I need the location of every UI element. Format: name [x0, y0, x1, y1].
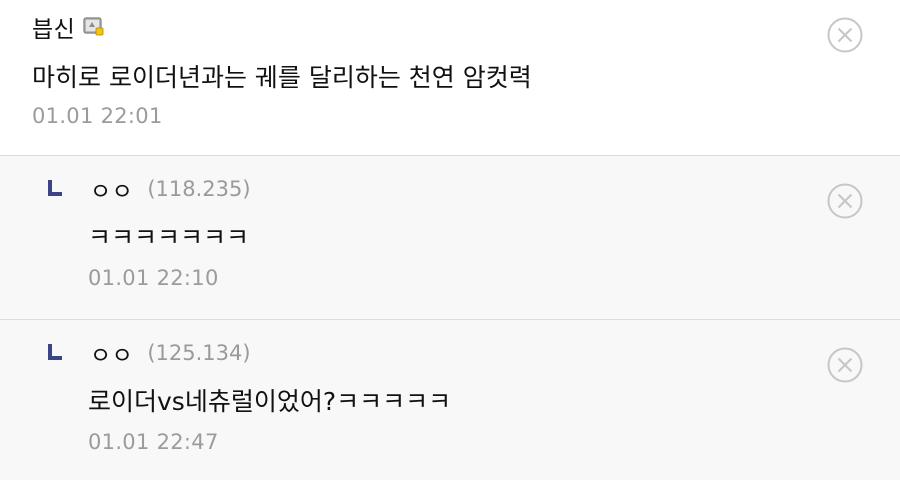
comment-author-row: 븝신 [32, 10, 105, 44]
reply-ip: (125.134) [147, 341, 251, 365]
comment-nickname[interactable]: 븝신 [32, 10, 75, 44]
reply-nickname[interactable]: ㅇㅇ [90, 336, 133, 370]
comment-item: 븝신 마히로 로이더년과는 궤를 달리하는 천연 암컷력 01.01 22:01 [0, 0, 900, 156]
close-circle-icon [827, 17, 863, 53]
reply-timestamp: 01.01 22:10 [88, 266, 219, 290]
reply-arrow-icon [46, 180, 64, 198]
close-circle-icon [827, 347, 863, 383]
delete-comment-button[interactable] [826, 16, 864, 54]
comment-body: 마히로 로이더년과는 궤를 달리하는 천연 암컷력 [32, 63, 532, 92]
reply-author-row: ㅇㅇ (125.134) [46, 336, 251, 370]
delete-reply-button[interactable] [826, 346, 864, 384]
comment-timestamp: 01.01 22:01 [32, 104, 163, 128]
reply-body: ㅋㅋㅋㅋㅋㅋㅋ [88, 223, 250, 252]
reply-ip: (118.235) [147, 177, 251, 201]
delete-reply-button[interactable] [826, 182, 864, 220]
fixed-nick-badge-icon [83, 17, 105, 37]
reply-item: ㅇㅇ (125.134) 로이더vs네츄럴이었어?ㅋㅋㅋㅋㅋ 01.01 22:… [0, 320, 900, 480]
reply-nickname[interactable]: ㅇㅇ [90, 172, 133, 206]
reply-arrow-icon [46, 344, 64, 362]
reply-author-row: ㅇㅇ (118.235) [46, 172, 251, 206]
reply-timestamp: 01.01 22:47 [88, 430, 219, 454]
close-circle-icon [827, 183, 863, 219]
reply-body: 로이더vs네츄럴이었어?ㅋㅋㅋㅋㅋ [88, 387, 452, 416]
reply-item: ㅇㅇ (118.235) ㅋㅋㅋㅋㅋㅋㅋ 01.01 22:10 [0, 156, 900, 320]
